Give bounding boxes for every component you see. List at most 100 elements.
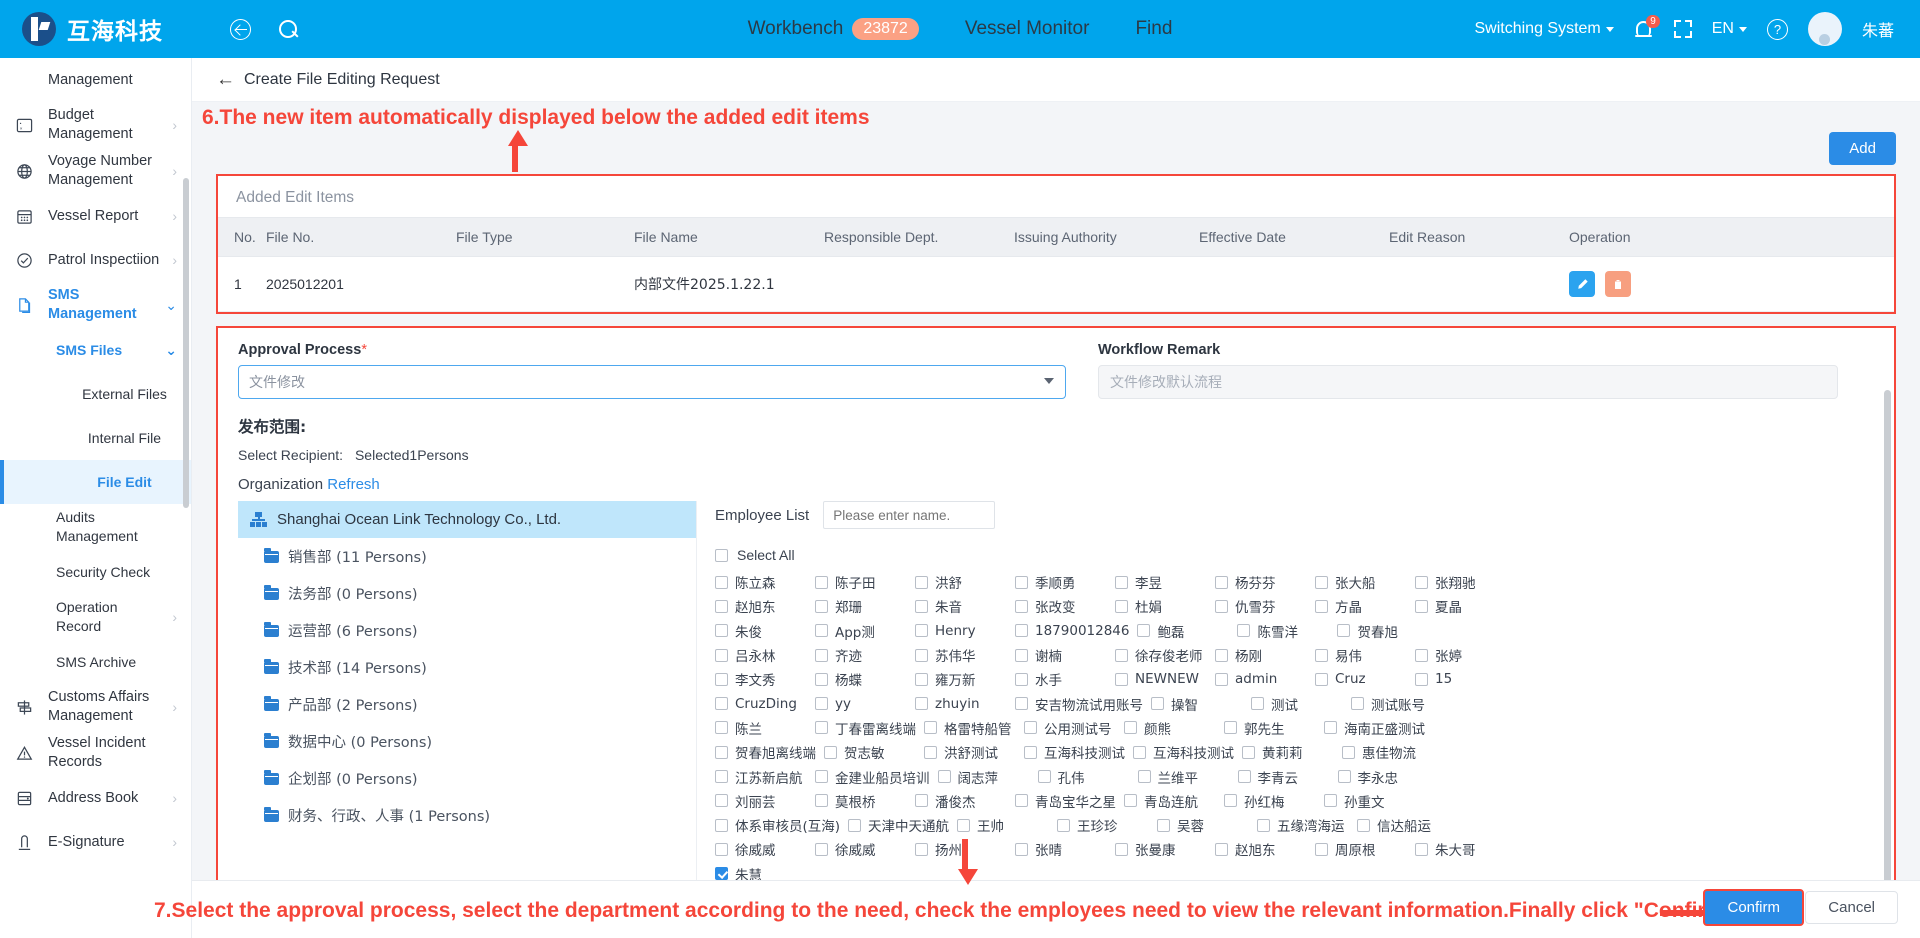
employee-checkbox-item[interactable]: 公用测试号 <box>1024 718 1116 738</box>
checkbox[interactable] <box>815 648 828 662</box>
checkbox[interactable] <box>1124 794 1137 808</box>
employee-checkbox-item[interactable]: 兰维平 <box>1137 767 1230 787</box>
checkbox[interactable] <box>915 672 928 686</box>
employee-checkbox-item[interactable]: 李永忠 <box>1337 767 1430 787</box>
sidebar-scrollbar[interactable] <box>183 178 189 508</box>
checkbox[interactable] <box>1015 599 1028 613</box>
employee-checkbox-item[interactable]: 格雷特船管 <box>924 718 1016 738</box>
checkbox[interactable] <box>1057 818 1071 832</box>
employee-checkbox-item[interactable]: 孙红梅 <box>1224 791 1316 811</box>
checkbox[interactable] <box>715 867 728 881</box>
approval-process-select[interactable]: 文件修改 <box>238 365 1066 399</box>
sidebar-item-vessel-report[interactable]: Vessel Report › <box>0 194 191 238</box>
sidebar-item-voyage-number-management[interactable]: Voyage Number Management › <box>0 148 191 194</box>
checkbox[interactable] <box>1351 697 1364 711</box>
employee-checkbox-item[interactable]: 操智 <box>1151 694 1243 714</box>
checkbox[interactable] <box>715 770 728 784</box>
checkbox[interactable] <box>1415 575 1428 589</box>
employee-checkbox-item[interactable]: 李昱 <box>1115 572 1207 592</box>
employee-checkbox-item[interactable]: 天津中天通航 <box>848 815 949 835</box>
employee-checkbox-item[interactable]: 五缘湾海运 <box>1257 815 1349 835</box>
employee-checkbox-item[interactable]: 测试 <box>1251 694 1343 714</box>
select-all-checkbox[interactable] <box>715 548 728 562</box>
employee-checkbox-item[interactable]: 青岛宝华之星 <box>1015 791 1116 811</box>
employee-checkbox-item[interactable]: 徐威威 <box>715 839 807 859</box>
nav-find[interactable]: Find <box>1135 18 1172 40</box>
checkbox[interactable] <box>1115 842 1128 856</box>
employee-checkbox-item[interactable]: 张晴 <box>1015 839 1107 859</box>
checkbox[interactable] <box>1215 599 1228 613</box>
checkbox[interactable] <box>1015 842 1028 856</box>
employee-checkbox-item[interactable]: 朱大哥 <box>1415 839 1507 859</box>
checkbox[interactable] <box>1315 599 1328 613</box>
checkbox[interactable] <box>815 599 828 613</box>
checkbox[interactable] <box>1415 672 1428 686</box>
checkbox[interactable] <box>1137 624 1151 638</box>
employee-checkbox-item[interactable]: 仇雪芬 <box>1215 596 1307 616</box>
employee-checkbox-item[interactable]: 金建业船员培训 <box>815 767 930 787</box>
sidebar-item-operation-record[interactable]: Operation Record › <box>0 594 191 640</box>
checkbox[interactable] <box>1415 842 1428 856</box>
employee-checkbox-item[interactable]: 杨蝶 <box>815 669 907 689</box>
sidebar-item-budget-management[interactable]: • × Budget Management › <box>0 102 191 148</box>
help-button[interactable]: ? <box>1766 18 1788 40</box>
notifications-button[interactable]: 9 <box>1634 15 1660 40</box>
employee-checkbox-item[interactable]: 王珍珍 <box>1057 815 1149 835</box>
checkbox[interactable] <box>1337 770 1351 784</box>
employee-checkbox-item[interactable]: 陈立森 <box>715 572 807 592</box>
checkbox[interactable] <box>1015 794 1028 808</box>
approval-panel-scrollbar[interactable] <box>1884 390 1891 938</box>
confirm-button[interactable]: Confirm <box>1703 889 1804 926</box>
checkbox[interactable] <box>924 745 937 759</box>
checkbox[interactable] <box>815 575 828 589</box>
employee-checkbox-item[interactable]: 张大船 <box>1315 572 1407 592</box>
employee-checkbox-item[interactable]: 苏伟华 <box>915 645 1007 665</box>
org-node[interactable]: 运营部 (6 Persons) <box>238 612 696 649</box>
checkbox[interactable] <box>915 697 928 711</box>
checkbox[interactable] <box>715 745 728 759</box>
checkbox[interactable] <box>915 842 928 856</box>
employee-checkbox-item[interactable]: 刘丽芸 <box>715 791 807 811</box>
checkbox[interactable] <box>1037 770 1051 784</box>
employee-checkbox-item[interactable]: 张曼康 <box>1115 839 1207 859</box>
employee-checkbox-item[interactable]: 徐存俊老师 <box>1115 645 1207 665</box>
breadcrumb-back-icon[interactable]: ← <box>216 69 235 91</box>
employee-checkbox-item[interactable]: 杨芬芬 <box>1215 572 1307 592</box>
employee-checkbox-item[interactable]: 王帅 <box>957 815 1049 835</box>
checkbox[interactable] <box>1015 672 1028 686</box>
employee-checkbox-item[interactable]: 青岛连航 <box>1124 791 1216 811</box>
checkbox[interactable] <box>815 697 828 711</box>
employee-checkbox-item[interactable]: 颜熊 <box>1124 718 1216 738</box>
employee-checkbox-item[interactable]: NEWNEW <box>1115 671 1207 687</box>
checkbox[interactable] <box>1024 745 1037 759</box>
employee-checkbox-item[interactable]: 方晶 <box>1315 596 1407 616</box>
checkbox[interactable] <box>1257 818 1271 832</box>
checkbox[interactable] <box>937 770 951 784</box>
org-node[interactable]: 销售部 (11 Persons) <box>238 538 696 575</box>
employee-checkbox-item[interactable]: zhuyin <box>915 696 1007 712</box>
checkbox[interactable] <box>1024 721 1037 735</box>
sidebar[interactable]: Management • × Budget Management › Voyage Num… <box>0 58 192 938</box>
org-node-root[interactable]: Shanghai Ocean Link Technology Co., Ltd. <box>238 501 696 538</box>
checkbox[interactable] <box>715 672 728 686</box>
employee-checkbox-item[interactable]: 齐迹 <box>815 645 907 665</box>
employee-checkbox-item[interactable]: 洪舒测试 <box>924 742 1016 762</box>
employee-checkbox-item[interactable]: 洪舒 <box>915 572 1007 592</box>
sidebar-item-management[interactable]: Management <box>0 58 191 102</box>
employee-checkbox-item[interactable]: 安吉物流试用账号 <box>1015 694 1143 714</box>
checkbox[interactable] <box>1237 624 1251 638</box>
employee-checkbox-item[interactable]: 周原根 <box>1315 839 1407 859</box>
back-button[interactable] <box>225 14 255 44</box>
checkbox[interactable] <box>815 672 828 686</box>
checkbox[interactable] <box>1124 721 1137 735</box>
checkbox[interactable] <box>848 818 862 832</box>
employee-checkbox-item[interactable]: 黄莉莉 <box>1242 742 1334 762</box>
checkbox[interactable] <box>815 794 828 808</box>
select-all-row[interactable]: Select All <box>715 547 1874 563</box>
checkbox[interactable] <box>915 624 928 638</box>
delete-icon[interactable] <box>1604 271 1631 297</box>
employee-checkbox-item[interactable]: 陈雪洋 <box>1237 621 1329 641</box>
employee-checkbox-item[interactable]: 贺春旭 <box>1337 621 1429 641</box>
checkbox[interactable] <box>1315 842 1328 856</box>
checkbox[interactable] <box>1151 697 1164 711</box>
